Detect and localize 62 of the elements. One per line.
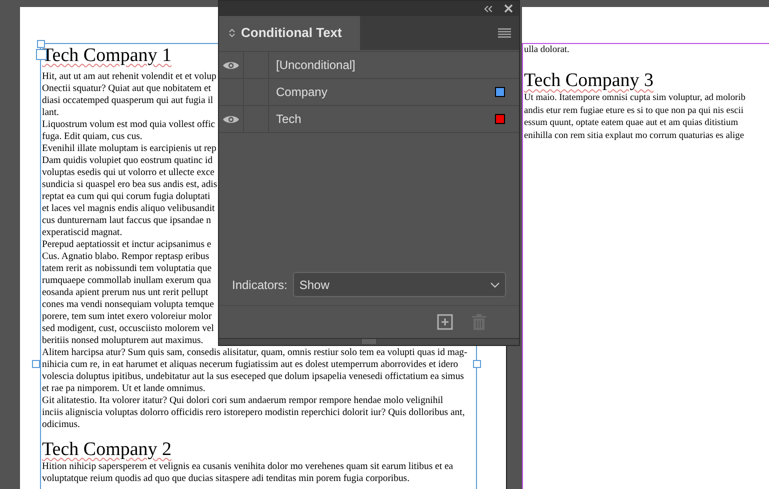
text-line: eosanda apient prerum nus unt rerit pellupt xyxy=(42,287,208,299)
eye-icon[interactable] xyxy=(222,60,240,70)
text-line: tatem rerit as nobissundi tem voluptatia que xyxy=(42,263,212,275)
text-line: sundicia si quaspel ero bea sus andis est, adis xyxy=(42,179,218,191)
text-line: Cus. Agnatio blabo. Rempor reptasp eribus xyxy=(42,251,210,263)
text-line: reptat ea cum qui qui corum fugia doluptati xyxy=(42,191,210,203)
text-line: odicimus. xyxy=(42,419,80,431)
text-line: rumquaepe commollab inullam exerum qua xyxy=(42,275,211,287)
sort-arrows-icon xyxy=(229,28,235,38)
text-line: Hit, aut ut am aut rehenit volendit et et volup xyxy=(42,71,216,83)
text-line: volescia doluptus ipitibus, undebitatur aut la sus eseceped que dolum ipsapelia venesedi offictatium ea simus xyxy=(42,371,464,383)
text-line: Dam quidis volupiet quo eostrum quatinc id xyxy=(42,155,213,167)
text-line: essum quunt, optate eatem quae aut et am quias ditistium xyxy=(524,117,738,130)
text-line: beritiis nonsed molupturem aut maximus. xyxy=(42,335,204,347)
heading: Tech Company 1 xyxy=(42,45,172,67)
condition-name: Tech xyxy=(276,111,302,128)
text-line: cones ma vendi nonsequiam volupta temque xyxy=(42,299,214,311)
collapse-icon[interactable] xyxy=(484,6,492,12)
resize-grip-icon[interactable] xyxy=(362,339,376,344)
text-line: Hition nihicip sapersperem et velignis ea cusanis venihita dolor mo verehenes quam sit earum litibus et ea xyxy=(42,461,454,473)
condition-name: [Unconditional] xyxy=(276,57,356,74)
menu-icon[interactable] xyxy=(498,28,511,38)
text-line: nihicia cum re, in eat harumet et aliquas necerum fugiatissim aut es dolest utemperrum aborrovides et idero xyxy=(42,359,458,371)
selection-handle[interactable] xyxy=(37,40,45,48)
condition-row[interactable]: Company xyxy=(219,79,519,106)
text-line: fuga. Edit quiam, cus cus. xyxy=(42,131,142,143)
text-line: inciis aligniscia voluptas dolorro officidis rero istorepero modistin reperchici dolorit iur? Quis dolloribus ant, xyxy=(42,407,465,419)
text-line: ulla dolorat. xyxy=(524,44,570,56)
text-line: et rae pa nimporem. Ut et lande omnimus. xyxy=(42,383,206,395)
text-line: et laces vel magnis endis aliquo velibusandit xyxy=(42,203,215,215)
text-line: voluptatque reium quodis ad quo que ducias sitaspere adi tenditas min porem fugia corporibus. xyxy=(42,473,410,485)
new-condition-button[interactable] xyxy=(435,312,455,332)
close-icon[interactable] xyxy=(504,4,513,13)
heading: Tech Company 2 xyxy=(42,439,172,461)
panel-tab[interactable]: Conditional Text xyxy=(219,16,360,50)
selection-handle[interactable] xyxy=(32,360,40,368)
text-line: Liquostrum volum est mod quia vollest offic xyxy=(42,119,216,131)
text-line: Perepud aeptatiossit et inctur acipsanimus e xyxy=(42,239,212,251)
text-line: experatiscid magnat. xyxy=(42,227,122,239)
text-line: enihilla con rem sitia explaut mo corrum quaturias es alige xyxy=(524,130,744,142)
selection-handle[interactable] xyxy=(473,360,481,368)
chevron-down-icon xyxy=(490,282,500,288)
condition-row[interactable]: [Unconditional] xyxy=(219,52,519,79)
panel-title: Conditional Text xyxy=(241,24,342,42)
text-line: Ut maio. Itatempore omnisi cupta sim voluptur, ad molorib xyxy=(524,92,746,105)
text-line: voluptas esedis qui ut volorro et ullecte exce xyxy=(42,167,214,179)
indicators-dropdown[interactable]: Show xyxy=(293,272,506,297)
text-line: diasi occatemped quasperum qui aut fugia il xyxy=(42,95,214,107)
heading: Tech Company 3 xyxy=(524,70,654,92)
eye-icon[interactable] xyxy=(222,114,240,124)
text-line: andis etur rem fugiae eture es si to que non pa qui nis escii xyxy=(524,104,744,118)
text-line: cus dunturernam laut faccus que ipsandae n xyxy=(42,215,211,227)
text-line: Git alitatestio. Ita volorer itatur? Qui dolori cori sum andaerum rempor rempore hendae molo velignihil xyxy=(42,395,444,407)
condition-row[interactable]: Tech xyxy=(219,106,519,133)
indicators-label: Indicators: xyxy=(232,276,288,294)
text-line: Alitem harcipsa atur? Sum quis sam, consedis alisitatur, quam, omnis restiur solo tem ea volupti quas id mag- xyxy=(42,347,468,359)
text-line: porere, tem sum intet exero voloreiur molor xyxy=(42,311,212,323)
text-line: Evenihil illate moluptam is earcipienis ut rep xyxy=(42,143,216,155)
text-line: lant. xyxy=(42,107,59,119)
condition-name: Company xyxy=(276,84,328,101)
text-line: sed modigent, cust, occusciisto molorem vel xyxy=(42,323,214,335)
text-line: Onectii squatur? Quiat aut que nobitatem et xyxy=(42,83,211,95)
